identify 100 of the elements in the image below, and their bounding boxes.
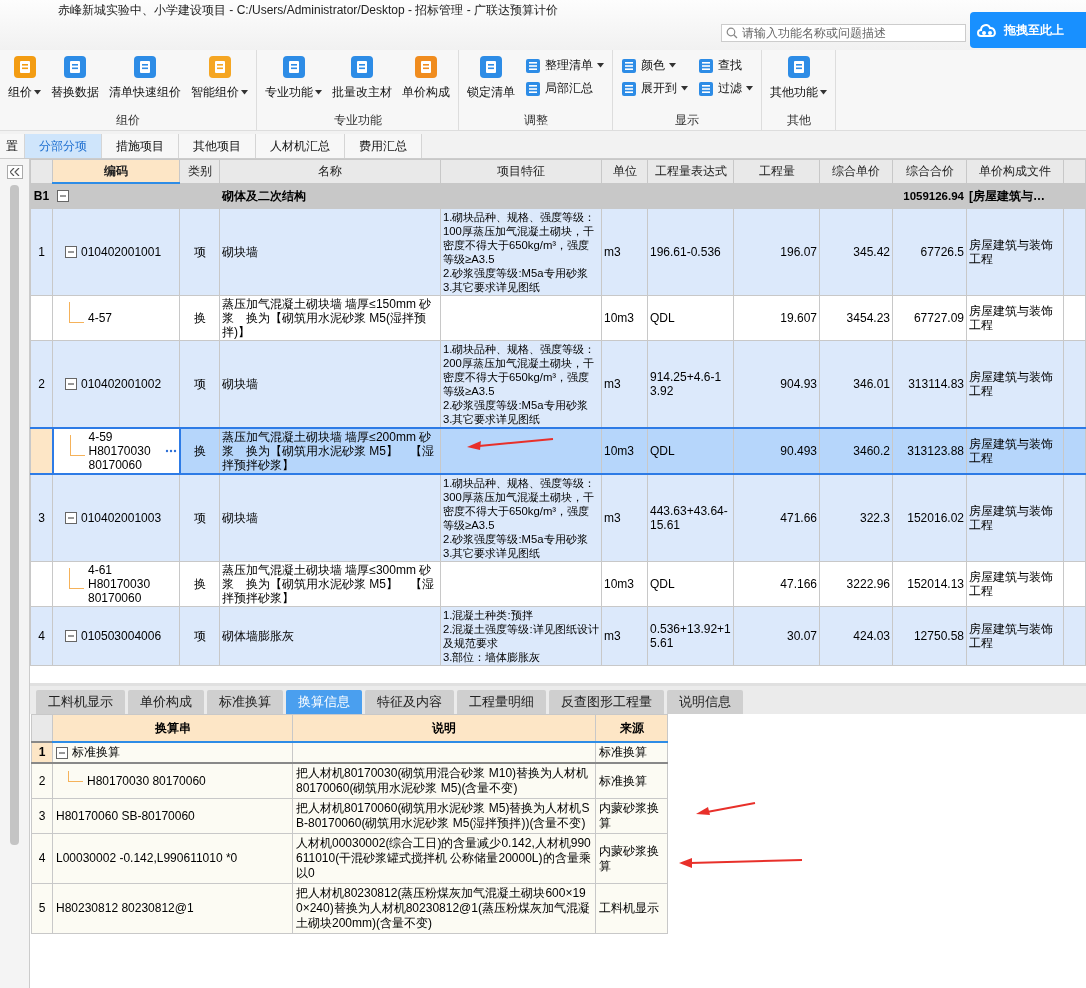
tab[interactable]: 置 <box>0 134 25 158</box>
code-cell[interactable]: 4-57 <box>52 295 180 341</box>
table-cell: 904.93 <box>733 340 820 428</box>
group-label: 显示 <box>675 112 699 129</box>
column-header[interactable]: 综合合价 <box>892 159 967 183</box>
search-icon <box>726 27 738 39</box>
ribbon-button[interactable]: 锁定清单 <box>463 55 519 101</box>
table-cell: 房屋建筑与装饰工程 <box>966 561 1064 607</box>
tab[interactable]: 措施项目 <box>102 134 179 158</box>
tab[interactable]: 单价构成 <box>128 690 204 714</box>
collapse-icon[interactable] <box>57 190 69 202</box>
table-cell: 3460.2 <box>819 428 893 474</box>
collapse-icon[interactable] <box>65 512 77 524</box>
item-code: 010402001002 <box>81 377 162 391</box>
tab[interactable]: 费用汇总 <box>345 134 422 158</box>
table-row[interactable]: 1 标准换算 标准换算 <box>31 742 668 763</box>
tab[interactable]: 其他项目 <box>179 134 256 158</box>
column-header[interactable]: 换算串 <box>52 714 293 742</box>
ribbon-button[interactable]: 清单快速组价 <box>105 55 185 101</box>
expression-text: H80170060 SB-80170060 <box>56 808 195 824</box>
search-field[interactable]: 请输入功能名称或问题描述 <box>721 24 966 42</box>
tab[interactable]: 说明信息 <box>667 690 743 714</box>
ribbon-button[interactable]: 展开到 <box>617 80 692 97</box>
expression-text: H80230812 80230812@1 <box>56 901 194 916</box>
tab[interactable]: 人材机汇总 <box>256 134 345 158</box>
column-header[interactable]: 工程量表达式 <box>647 159 734 183</box>
table-cell: QDL <box>647 295 734 341</box>
ribbon-button[interactable]: 局部汇总 <box>521 80 608 97</box>
cloud-icon <box>976 21 998 39</box>
ribbon-button[interactable]: 过滤 <box>694 80 757 97</box>
code-cell[interactable]: 010503004006 <box>52 606 180 666</box>
ribbon-button[interactable]: 整理清单 <box>521 57 608 74</box>
code-cell[interactable]: 010402001002 <box>52 340 180 428</box>
table-cell: 1.砌块品种、规格、强度等级：100厚蒸压加气混凝土砌块，干密度不得大于650kg/m³，强度等级≥A3.5 2.砂浆强度等级:M5a专用砂浆 3.其它要求详见图纸 <box>440 208 602 296</box>
table-row[interactable]: 5 H80230812 80230812@1 把人材机80230812(蒸压粉煤灰加气混凝土砌块600×190×240)替换为人材机80230812@1(蒸压粉煤灰加气混凝土砌块200mm)(含量不变) 工料机显示 <box>31 883 668 934</box>
collapse-icon[interactable] <box>56 746 68 759</box>
table-cell: 房屋建筑与装饰工程 <box>966 474 1064 562</box>
table-cell: 项 <box>179 208 220 296</box>
tab[interactable]: 工程量明细 <box>457 690 546 714</box>
tab[interactable]: 分部分项 <box>25 134 102 158</box>
ribbon-button[interactable]: 查找 <box>694 57 757 74</box>
column-header[interactable]: 单价构成文件 <box>966 159 1064 183</box>
code-cell[interactable]: 4-59 H80170030 80170060 <box>52 428 180 474</box>
table-cell: 标准换算 <box>595 742 668 763</box>
collapse-button[interactable] <box>6 165 23 179</box>
table-cell: 1059126.94 <box>892 183 967 209</box>
table-cell: 项 <box>179 340 220 428</box>
table-cell: 砌体及二次结构 <box>219 183 441 209</box>
code-cell[interactable]: 4-61 H80170030 80170060 <box>52 561 180 607</box>
tab[interactable]: 特征及内容 <box>365 690 454 714</box>
column-header[interactable]: 来源 <box>595 714 668 742</box>
table-cell: 914.25+4.6-13.92 <box>647 340 734 428</box>
scrollbar[interactable] <box>10 185 19 845</box>
table-cell: 345.42 <box>819 208 893 296</box>
row-number: 1 <box>31 742 53 763</box>
table-cell: 322.3 <box>819 474 893 562</box>
column-header[interactable]: 说明 <box>292 714 596 742</box>
ribbon-button[interactable]: 颜色 <box>617 57 692 74</box>
ribbon-button[interactable]: 批量改主材 <box>328 55 396 101</box>
tab[interactable]: 工料机显示 <box>36 690 125 714</box>
table-cell: 346.01 <box>819 340 893 428</box>
tab[interactable]: 反查图形工程量 <box>549 690 664 714</box>
table-row[interactable]: 3 H80170060 SB-80170060 把人材机80170060(砌筑用水泥砂浆 M5)替换为人材机SB-80170060(砌筑用水泥砂浆 M5(湿拌预拌))(含量不变) 内蒙砂浆换算 <box>31 798 668 834</box>
list-icon <box>525 80 541 97</box>
table-cell: 19.607 <box>733 295 820 341</box>
column-header[interactable]: 编码 <box>52 159 180 183</box>
ribbon-button[interactable]: 替换数据 <box>47 55 103 101</box>
table-cell: [房屋建筑与… <box>966 183 1064 209</box>
collapse-icon[interactable] <box>65 630 77 642</box>
row-number: 4 <box>30 606 53 666</box>
ribbon-button[interactable]: 单价构成 <box>398 55 454 101</box>
table-row[interactable]: B1 砌体及二次结构 1059126.94 [房屋建筑与… <box>30 183 1086 209</box>
table-cell: 项 <box>179 606 220 666</box>
ribbon-button[interactable]: 专业功能 <box>261 55 326 101</box>
column-header[interactable]: 单位 <box>601 159 648 183</box>
ribbon-button[interactable]: 其他功能 <box>766 55 831 101</box>
code-cell[interactable]: 010402001001 <box>52 208 180 296</box>
collapse-icon[interactable] <box>65 378 77 390</box>
item-code: 010503004006 <box>81 629 162 643</box>
column-header[interactable]: 名称 <box>219 159 441 183</box>
collapse-icon[interactable] <box>65 246 77 258</box>
column-header[interactable]: 项目特征 <box>440 159 602 183</box>
row-number: B1 <box>30 183 53 209</box>
more-icon[interactable] <box>164 449 177 453</box>
table-cell: m3 <box>601 606 648 666</box>
ribbon-button[interactable]: 组价 <box>4 55 45 101</box>
column-header[interactable]: 综合单价 <box>819 159 893 183</box>
row-number <box>30 428 53 474</box>
column-header[interactable]: 工程量 <box>733 159 820 183</box>
code-cell[interactable]: 010402001003 <box>52 474 180 562</box>
table-cell: 房屋建筑与装饰工程 <box>966 606 1064 666</box>
table-cell: 换 <box>179 428 220 474</box>
table-cell: 把人材机80170060(砌筑用水泥砂浆 M5)替换为人材机SB-80170060(砌筑用水泥砂浆 M5(湿拌预拌))(含量不变) <box>292 798 596 834</box>
tab[interactable]: 标准换算 <box>207 690 283 714</box>
table-row[interactable]: 2 H80170030 80170060 把人材机80170030(砌筑用混合砂浆 M10)替换为人材机80170060(砌筑用水泥砂浆 M5)(含量不变) 标准换算 <box>31 763 668 799</box>
table-cell: 10m3 <box>601 295 648 341</box>
ribbon-button[interactable]: 智能组价 <box>187 55 252 101</box>
table-cell: 3454.23 <box>819 295 893 341</box>
table-cell: 443.63+43.64-15.61 <box>647 474 734 562</box>
column-header[interactable]: 类别 <box>179 159 220 183</box>
